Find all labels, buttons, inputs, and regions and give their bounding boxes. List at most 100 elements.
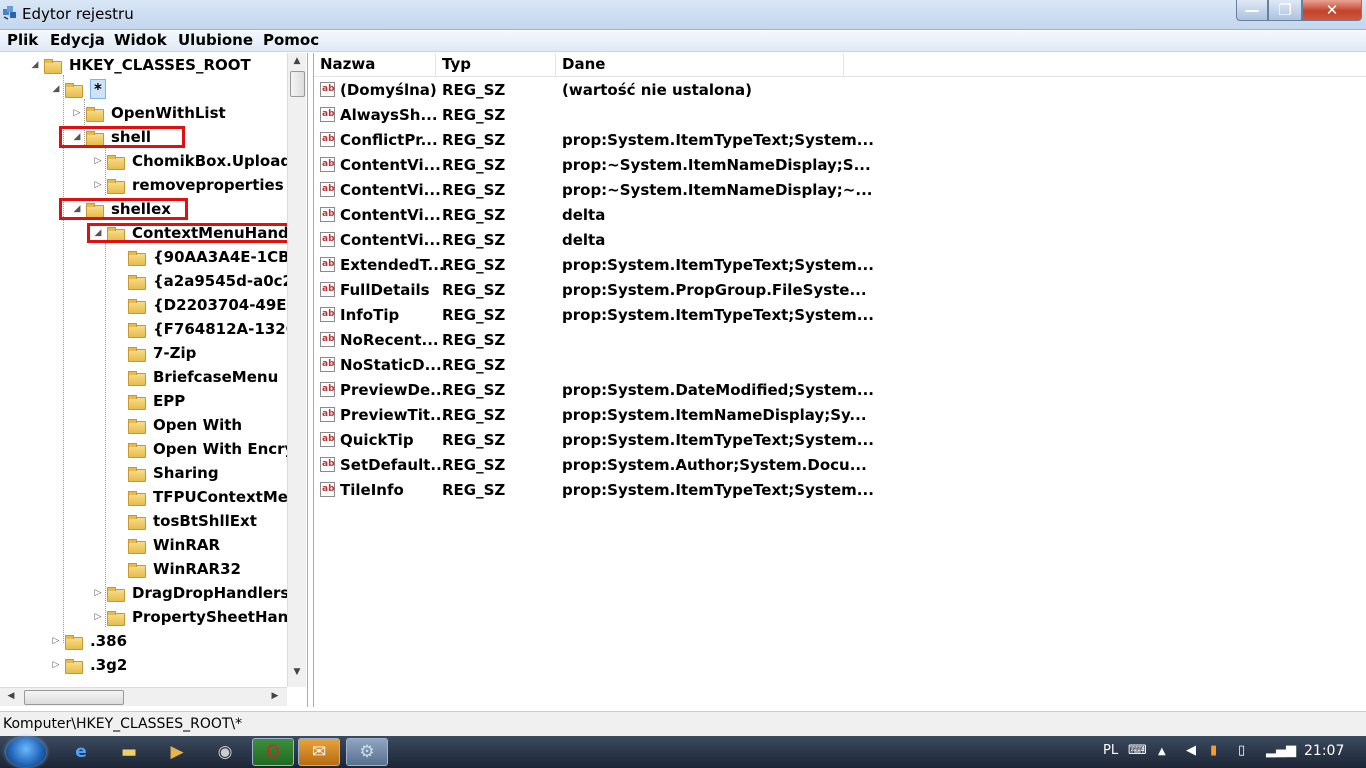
collapse-arrow-icon[interactable]: ◢ xyxy=(51,84,61,94)
value-row[interactable]: ab ContentVi... REG_SZ prop:~System.ItemNam… xyxy=(314,179,1366,204)
scroll-left-arrow-icon[interactable]: ◀ xyxy=(2,691,20,701)
tree-node-tosbtshllext[interactable]: tosBtShllExt xyxy=(114,510,257,532)
string-value-icon: ab xyxy=(320,432,335,447)
folder-icon xyxy=(65,634,83,650)
value-row[interactable]: ab FullDetails REG_SZ prop:System.PropGroup… xyxy=(314,279,1366,304)
folder-icon xyxy=(128,370,146,386)
value-row[interactable]: ab ExtendedT... REG_SZ prop:System.ItemType… xyxy=(314,254,1366,279)
show-hidden-icons-icon[interactable]: ▲ xyxy=(1158,746,1166,757)
start-button[interactable] xyxy=(6,737,46,767)
tree-node-label: * xyxy=(90,79,106,99)
value-name: PreviewTit... xyxy=(340,406,448,424)
opera-icon[interactable]: O xyxy=(252,738,294,766)
explorer-folder-icon[interactable]: ▬ xyxy=(108,738,150,766)
tree-node-guid-f764[interactable]: {F764812A-132C-4 xyxy=(114,318,287,340)
tree-node-guid-d220[interactable]: {D2203704-49E1-4 xyxy=(114,294,287,316)
value-row[interactable]: ab QuickTip REG_SZ prop:System.ItemTypeText… xyxy=(314,429,1366,454)
column-header-data[interactable]: Dane xyxy=(556,53,844,76)
menu-edit[interactable]: Edycja xyxy=(50,31,105,49)
value-row[interactable]: ab PreviewDe... REG_SZ prop:System.DateModi… xyxy=(314,379,1366,404)
collapse-arrow-icon[interactable]: ◢ xyxy=(30,60,40,70)
tree-node-tfpucontextmenu[interactable]: TFPUContextMenu xyxy=(114,486,287,508)
key-tree[interactable]: ◢ HKEY_CLASSES_ROOT ◢ * ▷ OpenWithList ◢… xyxy=(0,53,287,687)
scroll-thumb[interactable] xyxy=(24,690,124,705)
value-row[interactable]: ab ConflictPr... REG_SZ prop:System.ItemTyp… xyxy=(314,129,1366,154)
maximize-button[interactable]: ❐ xyxy=(1268,0,1302,21)
tree-node-openwithlist[interactable]: ▷ OpenWithList xyxy=(72,102,226,124)
value-type: REG_SZ xyxy=(442,481,506,499)
value-name: ConflictPr... xyxy=(340,131,438,149)
language-indicator[interactable]: PL xyxy=(1103,743,1118,758)
value-type: REG_SZ xyxy=(442,331,506,349)
expand-arrow-icon[interactable]: ▷ xyxy=(93,588,103,598)
scroll-right-arrow-icon[interactable]: ▶ xyxy=(266,691,284,701)
scroll-down-arrow-icon[interactable]: ▼ xyxy=(288,667,306,677)
value-row[interactable]: ab ContentVi... REG_SZ prop:~System.ItemNam… xyxy=(314,154,1366,179)
folder-icon xyxy=(107,610,125,626)
tree-node-star[interactable]: ◢ * xyxy=(51,78,106,100)
notification-flag-icon[interactable]: ▮ xyxy=(1210,743,1217,758)
internet-explorer-icon[interactable]: e xyxy=(60,738,102,766)
regedit-taskbar-icon[interactable]: ⚙ xyxy=(346,738,388,766)
value-data: prop:System.ItemNameDisplay;Sy... xyxy=(562,406,867,424)
expand-arrow-icon[interactable]: ▷ xyxy=(72,108,82,118)
value-row[interactable]: ab ContentVi... REG_SZ delta xyxy=(314,229,1366,254)
value-row[interactable]: ab AlwaysSh... REG_SZ xyxy=(314,104,1366,129)
tree-horizontal-scrollbar[interactable]: ◀ ▶ xyxy=(0,687,287,706)
close-button[interactable]: ✕ xyxy=(1302,0,1362,21)
scroll-thumb[interactable] xyxy=(290,71,305,97)
tree-node-label: ChomikBox.Upload xyxy=(132,152,287,170)
value-row[interactable]: ab SetDefault... REG_SZ prop:System.Author;… xyxy=(314,454,1366,479)
tree-node-chomikbox-upload[interactable]: ▷ ChomikBox.Upload xyxy=(93,150,287,172)
minimize-button[interactable]: — xyxy=(1236,0,1268,21)
tree-node-dragdrophandlers[interactable]: ▷ DragDropHandlers xyxy=(93,582,287,604)
column-header-type[interactable]: Typ xyxy=(436,53,556,76)
battery-icon[interactable]: ▯ xyxy=(1238,743,1245,758)
menu-view[interactable]: Widok xyxy=(114,31,167,49)
tree-node-guid-90aa[interactable]: {90AA3A4E-1CBA- xyxy=(114,246,287,268)
tree-node-briefcasemenu[interactable]: BriefcaseMenu xyxy=(114,366,278,388)
expand-arrow-icon[interactable]: ▷ xyxy=(93,156,103,166)
tree-node-sharing[interactable]: Sharing xyxy=(114,462,219,484)
tree-node-guid-a2a9[interactable]: {a2a9545d-a0c2-4 xyxy=(114,270,287,292)
network-signal-icon[interactable]: ▂▄▆ xyxy=(1266,743,1296,758)
tree-node-label: Sharing xyxy=(153,464,219,482)
scroll-up-arrow-icon[interactable]: ▲ xyxy=(288,56,306,66)
clock[interactable]: 21:07 xyxy=(1304,743,1344,759)
tree-node-winrar[interactable]: WinRAR xyxy=(114,534,220,556)
app-circle-icon[interactable]: ◉ xyxy=(204,738,246,766)
tree-node-open-with[interactable]: Open With xyxy=(114,414,242,436)
expand-arrow-icon[interactable]: ▷ xyxy=(93,180,103,190)
expand-arrow-icon[interactable]: ▷ xyxy=(93,612,103,622)
menu-favorites[interactable]: Ulubione xyxy=(178,31,253,49)
tree-node-winrar32[interactable]: WinRAR32 xyxy=(114,558,241,580)
menu-help[interactable]: Pomoc xyxy=(263,31,319,49)
value-row[interactable]: ab NoRecent... REG_SZ xyxy=(314,329,1366,354)
value-row[interactable]: ab ContentVi... REG_SZ delta xyxy=(314,204,1366,229)
volume-icon[interactable]: ◀ xyxy=(1186,743,1196,758)
tree-vertical-scrollbar[interactable]: ▲ ▼ xyxy=(287,53,306,687)
tree-node-epp[interactable]: EPP xyxy=(114,390,185,412)
tree-node-hkey-classes-root[interactable]: ◢ HKEY_CLASSES_ROOT xyxy=(30,54,251,76)
media-player-icon[interactable]: ▶ xyxy=(156,738,198,766)
keyboard-icon[interactable]: ⌨ xyxy=(1128,743,1147,758)
values-list-pane: Nazwa Typ Dane ab (Domyślna) REG_SZ (wartoś… xyxy=(313,53,1366,707)
tree-node-open-with-encryption[interactable]: Open With Encryption xyxy=(114,438,287,460)
office-app-icon[interactable]: ✉ xyxy=(298,738,340,766)
tree-node-propertysheethandlers[interactable]: ▷ PropertySheetHandlers xyxy=(93,606,287,628)
tree-node-7zip[interactable]: 7-Zip xyxy=(114,342,196,364)
tree-node-386[interactable]: ▷ .386 xyxy=(51,630,127,652)
value-row[interactable]: ab NoStaticD... REG_SZ xyxy=(314,354,1366,379)
tree-node-3g2[interactable]: ▷ .3g2 xyxy=(51,654,128,676)
value-row[interactable]: ab TileInfo REG_SZ prop:System.ItemTypeText… xyxy=(314,479,1366,504)
column-header-name[interactable]: Nazwa xyxy=(314,53,436,76)
value-row[interactable]: ab InfoTip REG_SZ prop:System.ItemTypeText;… xyxy=(314,304,1366,329)
expand-arrow-icon[interactable]: ▷ xyxy=(51,660,61,670)
value-row[interactable]: ab PreviewTit... REG_SZ prop:System.ItemNam… xyxy=(314,404,1366,429)
tree-node-removeproperties[interactable]: ▷ removeproperties xyxy=(93,174,284,196)
string-value-icon: ab xyxy=(320,132,335,147)
string-value-icon: ab xyxy=(320,407,335,422)
value-row[interactable]: ab (Domyślna) REG_SZ (wartość nie ustalona) xyxy=(314,79,1366,104)
expand-arrow-icon[interactable]: ▷ xyxy=(51,636,61,646)
menu-file[interactable]: Plik xyxy=(7,31,38,49)
